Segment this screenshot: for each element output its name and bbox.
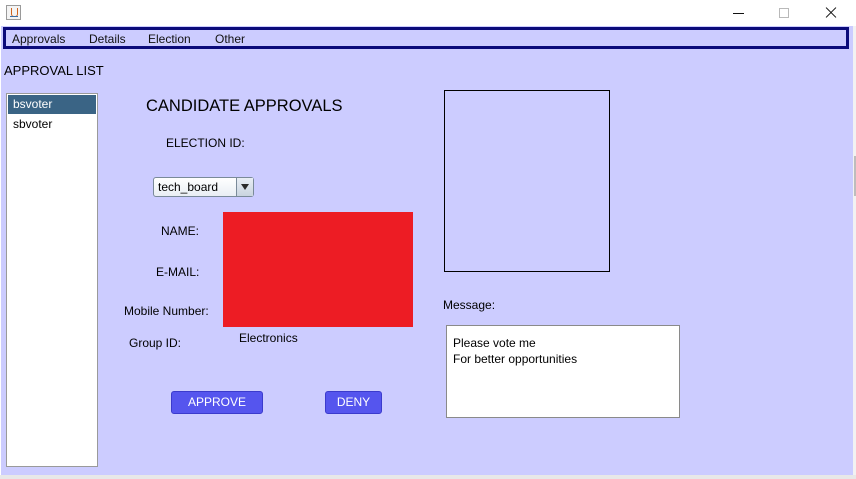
close-icon[interactable] — [808, 0, 854, 26]
message-textarea[interactable]: Please vote me For better opportunities — [446, 325, 680, 418]
chevron-down-icon[interactable] — [236, 178, 253, 196]
maximize-icon[interactable] — [762, 0, 808, 26]
email-label: E-MAIL: — [156, 265, 200, 279]
list-item-sbvoter[interactable]: sbvoter — [8, 115, 96, 134]
election-id-value: tech_board — [158, 180, 219, 194]
desktop-edge-bottom — [0, 475, 856, 479]
deny-button[interactable]: DENY — [325, 391, 382, 414]
message-line-2: For better opportunities — [453, 352, 578, 366]
menu-election[interactable]: Election — [148, 32, 191, 46]
message-line-1: Please vote me — [453, 336, 536, 350]
list-item-bsvoter[interactable]: bsvoter — [8, 95, 96, 114]
candidate-photo — [444, 90, 610, 272]
group-id-value: Electronics — [239, 331, 298, 345]
window-content: Approvals Details Election Other APPROVA… — [1, 26, 853, 475]
menu-approvals[interactable]: Approvals — [12, 32, 65, 46]
menu-other[interactable]: Other — [215, 32, 245, 46]
menu-bar: Approvals Details Election Other — [3, 27, 849, 49]
approval-list-title: APPROVAL LIST — [4, 63, 104, 78]
redacted-details — [223, 212, 413, 327]
approve-button[interactable]: APPROVE — [171, 391, 263, 414]
approval-list[interactable]: bsvoter sbvoter — [6, 93, 98, 467]
name-label: NAME: — [161, 224, 200, 238]
menu-details[interactable]: Details — [89, 32, 126, 46]
mobile-label: Mobile Number: — [124, 304, 209, 318]
election-id-select[interactable]: tech_board — [153, 177, 254, 197]
election-id-label: ELECTION ID: — [166, 136, 245, 150]
minimize-icon[interactable] — [716, 0, 762, 26]
window-title-bar — [0, 0, 856, 26]
group-id-label: Group ID: — [129, 336, 182, 350]
message-label: Message: — [443, 298, 496, 312]
page-title: CANDIDATE APPROVALS — [146, 97, 343, 115]
java-cup-icon — [6, 5, 21, 20]
